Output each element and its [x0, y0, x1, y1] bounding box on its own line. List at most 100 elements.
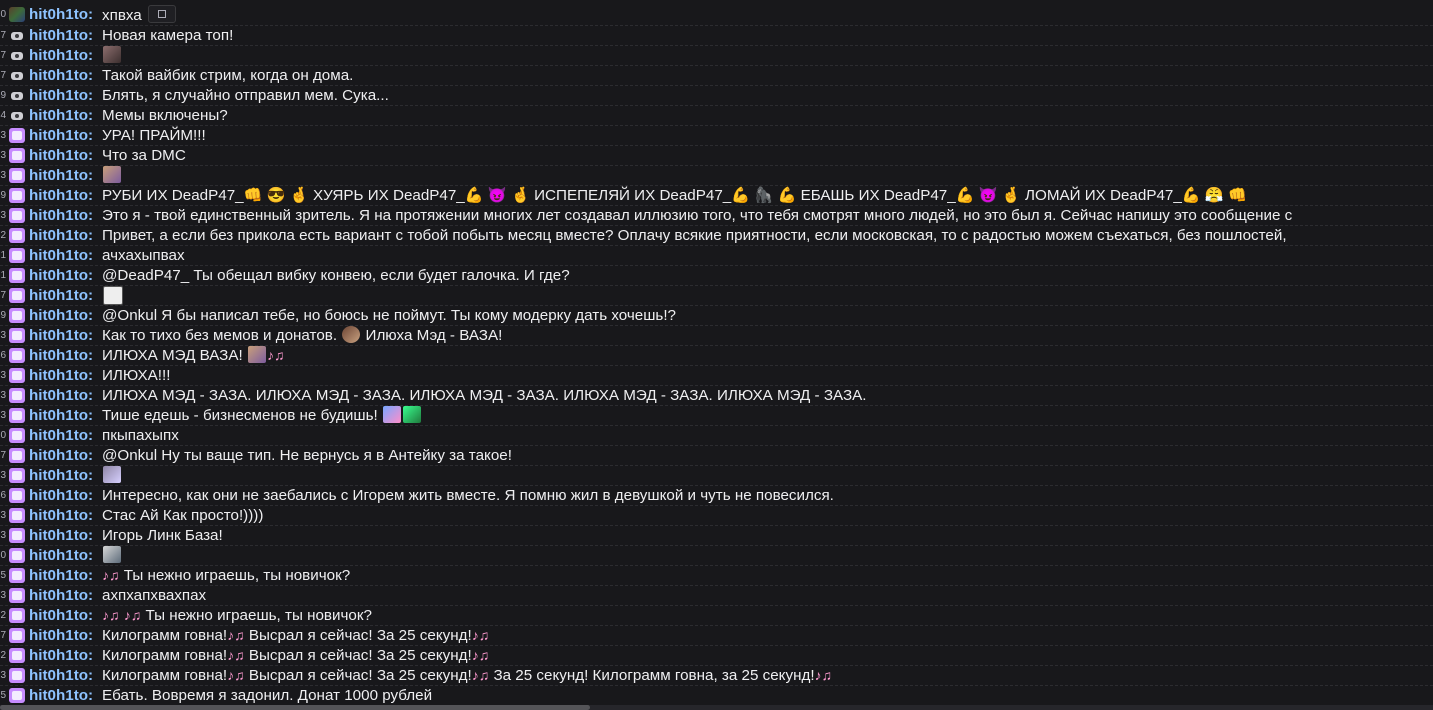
username[interactable]: hit0h1to:: [29, 326, 93, 345]
camera-badge-icon: [9, 68, 25, 83]
username[interactable]: hit0h1to:: [29, 346, 93, 365]
music-note-emote: ♪♫: [102, 567, 120, 583]
message-text: Игорь Линк База!: [102, 527, 223, 544]
message-text: хпвха: [102, 7, 142, 24]
username[interactable]: hit0h1to:: [29, 146, 93, 165]
username[interactable]: hit0h1to:: [29, 266, 93, 285]
message-body: хпвха: [102, 5, 176, 25]
chat-message: 6 hit0h1to: Интересно, как они не заебалис…: [0, 485, 1433, 505]
subscriber-badge-icon: [9, 428, 25, 443]
username[interactable]: hit0h1to:: [29, 586, 93, 605]
username[interactable]: hit0h1to:: [29, 546, 93, 565]
username[interactable]: hit0h1to:: [29, 606, 93, 625]
username[interactable]: hit0h1to:: [29, 686, 93, 705]
username[interactable]: hit0h1to:: [29, 646, 93, 665]
message-text: Килограмм говна!: [102, 627, 228, 644]
message-body: [102, 546, 122, 565]
username[interactable]: hit0h1to:: [29, 486, 93, 505]
username[interactable]: hit0h1to:: [29, 406, 93, 425]
username[interactable]: hit0h1to:: [29, 86, 93, 105]
music-note-emote: ♪♫: [227, 667, 245, 683]
message-index: 3: [0, 390, 6, 401]
username[interactable]: hit0h1to:: [29, 186, 93, 205]
message-index: 9: [0, 90, 6, 101]
username[interactable]: hit0h1to:: [29, 426, 93, 445]
username[interactable]: hit0h1to:: [29, 306, 93, 325]
username[interactable]: hit0h1to:: [29, 286, 93, 305]
chat-message: 1 hit0h1to: ачхахыпвах: [0, 245, 1433, 265]
chat-message: 3 hit0h1to: Игорь Линк База!: [0, 525, 1433, 545]
username[interactable]: hit0h1to:: [29, 5, 93, 25]
message-text: ИЛЮХА!!!: [102, 367, 171, 384]
username[interactable]: hit0h1to:: [29, 566, 93, 585]
message-index: 3: [0, 670, 6, 681]
message-body: ахпхапхвахпах: [102, 586, 206, 605]
username[interactable]: hit0h1to:: [29, 246, 93, 265]
username[interactable]: hit0h1to:: [29, 506, 93, 525]
message-text: Интересно, как они не заебались с Игорем…: [102, 487, 834, 504]
message-text: РУБИ ИХ DeadP47_👊 😎 🤞 ХУЯРЬ ИХ DeadP47_💪…: [102, 187, 1247, 204]
message-body: Новая камера топ!: [102, 26, 233, 45]
username[interactable]: hit0h1to:: [29, 66, 93, 85]
username[interactable]: hit0h1to:: [29, 206, 93, 225]
subscriber-badge-icon: [9, 228, 25, 243]
open-link-button[interactable]: [147, 5, 176, 23]
username[interactable]: hit0h1to:: [29, 666, 93, 685]
message-text: Килограмм говна!: [102, 667, 228, 684]
subscriber-badge-icon: [9, 628, 25, 643]
chat-message: 3 hit0h1to: Это я - твой единственный зрит…: [0, 205, 1433, 225]
message-index: 7: [0, 450, 6, 461]
chat-message: 3 hit0h1to: ИЛЮХА МЭД - ЗАЗА. ИЛЮХА МЭД - …: [0, 385, 1433, 405]
chat-message: 3 hit0h1to: Что за DMC: [0, 145, 1433, 165]
username[interactable]: hit0h1to:: [29, 126, 93, 145]
chat-message: 3 hit0h1to: Как то тихо без мемов и донато…: [0, 325, 1433, 345]
message-index: 0: [0, 550, 6, 561]
music-note-emote: ♪♫: [814, 667, 833, 683]
message-index: 3: [0, 590, 6, 601]
username[interactable]: hit0h1to:: [29, 166, 93, 185]
username[interactable]: hit0h1to:: [29, 386, 93, 405]
message-body: Интересно, как они не заебались с Игорем…: [102, 486, 834, 505]
horizontal-scrollbar-thumb[interactable]: [0, 705, 590, 710]
message-text: Блять, я случайно отправил мем. Сука...: [102, 87, 389, 104]
message-body: Что за DMC: [102, 146, 186, 165]
message-index: 4: [0, 110, 6, 121]
message-text: Такой вайбик стрим, когда он дома.: [102, 67, 354, 84]
username[interactable]: hit0h1to:: [29, 366, 93, 385]
chat-message: 9 hit0h1to: РУБИ ИХ DeadP47_👊 😎 🤞 ХУЯРЬ ИХ…: [0, 185, 1433, 205]
message-index: 7: [0, 50, 6, 61]
message-body: УРА! ПРАЙМ!!!: [102, 126, 206, 145]
subscriber-badge-icon: [9, 648, 25, 663]
subscriber-badge-icon: [9, 348, 25, 363]
username[interactable]: hit0h1to:: [29, 226, 93, 245]
emote-image: [103, 46, 121, 63]
message-body: Килограмм говна!♪♫ Высрал я сейчас! За 2…: [102, 666, 832, 685]
emote-image: [382, 406, 401, 423]
chat-message: 9 hit0h1to: Блять, я случайно отправил мем…: [0, 85, 1433, 105]
music-note-emote: ♪♫: [471, 647, 490, 663]
message-text: @Onkul Ну ты ваще тип. Не вернусь я в Ан…: [102, 447, 512, 464]
message-index: 3: [0, 130, 6, 141]
username[interactable]: hit0h1to:: [29, 46, 93, 65]
subscriber-badge-icon: [9, 508, 25, 523]
subscriber-badge-icon: [9, 308, 25, 323]
message-body: Стас Ай Как просто!)))): [102, 506, 263, 525]
username[interactable]: hit0h1to:: [29, 26, 93, 45]
username[interactable]: hit0h1to:: [29, 466, 93, 485]
chat-message: 3 hit0h1to: УРА! ПРАЙМ!!!: [0, 125, 1433, 145]
message-index: 7: [0, 290, 6, 301]
message-body: Блять, я случайно отправил мем. Сука...: [102, 86, 389, 105]
message-text: Илюха Мэд - ВАЗА!: [365, 327, 503, 344]
message-index: 2: [0, 610, 6, 621]
message-index: 9: [0, 310, 6, 321]
username[interactable]: hit0h1to:: [29, 526, 93, 545]
message-text: Килограмм говна!: [102, 647, 228, 664]
message-body: Игорь Линк База!: [102, 526, 223, 545]
username[interactable]: hit0h1to:: [29, 446, 93, 465]
chat-message: 0 hit0h1to: пкыпахыпх: [0, 425, 1433, 445]
message-text: За 25 секунд! Килограмм говна, за 25 сек…: [493, 667, 815, 684]
message-index: 3: [0, 370, 6, 381]
username[interactable]: hit0h1to:: [29, 106, 93, 125]
username[interactable]: hit0h1to:: [29, 626, 93, 645]
subscriber-badge-icon: [9, 548, 25, 563]
